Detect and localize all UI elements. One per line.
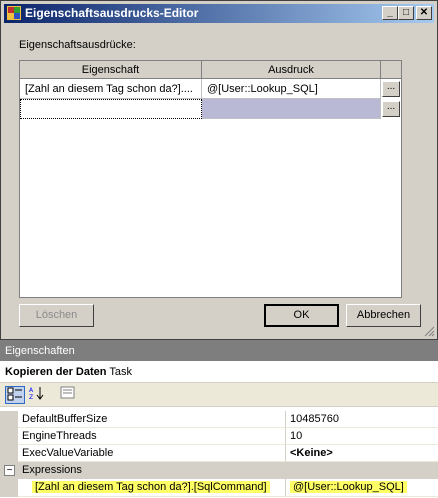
object-type: Task bbox=[109, 366, 132, 378]
resize-grip-icon[interactable] bbox=[423, 325, 435, 337]
properties-panel: Eigenschaften Kopieren der Daten Task AZ… bbox=[0, 340, 438, 498]
minimize-icon[interactable]: _ bbox=[382, 6, 398, 20]
grid-cell-expression-new[interactable] bbox=[202, 99, 381, 119]
column-header-button bbox=[381, 61, 401, 79]
grid-cell-property[interactable]: [Zahl an diesem Tag schon da?].... bbox=[20, 79, 202, 99]
expression-editor-dialog: Eigenschaftsausdrucks-Editor _ □ ✕ Eigen… bbox=[0, 0, 438, 340]
ellipsis-button-new[interactable]: ... bbox=[382, 101, 400, 117]
title-bar[interactable]: Eigenschaftsausdrucks-Editor _ □ ✕ bbox=[4, 4, 434, 23]
collapse-icon[interactable]: − bbox=[4, 465, 15, 476]
svg-text:Z: Z bbox=[29, 394, 33, 400]
sort-alphabetical-icon[interactable]: AZ bbox=[27, 386, 47, 404]
property-name: EngineThreads bbox=[18, 428, 286, 445]
expression-property-value[interactable]: @[User::Lookup_SQL] bbox=[290, 481, 407, 493]
grid-label: Eigenschaftsausdrücke: bbox=[19, 39, 136, 51]
close-icon[interactable]: ✕ bbox=[416, 6, 432, 20]
categorized-icon[interactable] bbox=[5, 386, 25, 404]
svg-text:A: A bbox=[29, 387, 34, 394]
property-row[interactable]: EngineThreads 10 bbox=[0, 428, 438, 445]
grid-cell-expression[interactable]: @[User::Lookup_SQL] bbox=[202, 79, 381, 99]
category-name: Expressions bbox=[22, 464, 82, 476]
ok-button[interactable]: OK bbox=[264, 304, 339, 327]
object-name: Kopieren der Daten bbox=[5, 366, 107, 378]
properties-toolbar: AZ bbox=[0, 383, 438, 407]
maximize-icon[interactable]: □ bbox=[398, 6, 414, 20]
column-header-property[interactable]: Eigenschaft bbox=[20, 61, 202, 79]
property-row[interactable]: ExecValueVariable <Keine> bbox=[0, 445, 438, 462]
app-icon bbox=[7, 6, 21, 20]
property-row[interactable]: DefaultBufferSize 10485760 bbox=[0, 411, 438, 428]
cancel-button[interactable]: Abbrechen bbox=[346, 304, 421, 327]
property-name: DefaultBufferSize bbox=[18, 411, 286, 428]
ellipsis-button[interactable]: ... bbox=[382, 81, 400, 97]
expressions-grid[interactable]: Eigenschaft Ausdruck [Zahl an diesem Tag… bbox=[19, 60, 402, 298]
property-value[interactable]: 10 bbox=[286, 428, 438, 445]
property-value[interactable]: 10485760 bbox=[286, 411, 438, 428]
grid-cell-property-new[interactable] bbox=[20, 99, 202, 119]
property-pages-icon[interactable] bbox=[58, 386, 78, 404]
object-selector[interactable]: Kopieren der Daten Task bbox=[0, 361, 438, 383]
column-header-expression[interactable]: Ausdruck bbox=[202, 61, 381, 79]
category-row-expressions[interactable]: − Expressions bbox=[0, 462, 438, 479]
delete-button[interactable]: Löschen bbox=[19, 304, 94, 327]
expression-property-name: [Zahl an diesem Tag schon da?].[SqlComma… bbox=[32, 481, 270, 493]
property-name: ExecValueVariable bbox=[18, 445, 286, 462]
property-value[interactable]: <Keine> bbox=[286, 445, 438, 462]
expression-property-row[interactable]: [Zahl an diesem Tag schon da?].[SqlComma… bbox=[0, 479, 438, 497]
properties-title: Eigenschaften bbox=[0, 341, 438, 361]
window-title: Eigenschaftsausdrucks-Editor bbox=[25, 6, 199, 20]
